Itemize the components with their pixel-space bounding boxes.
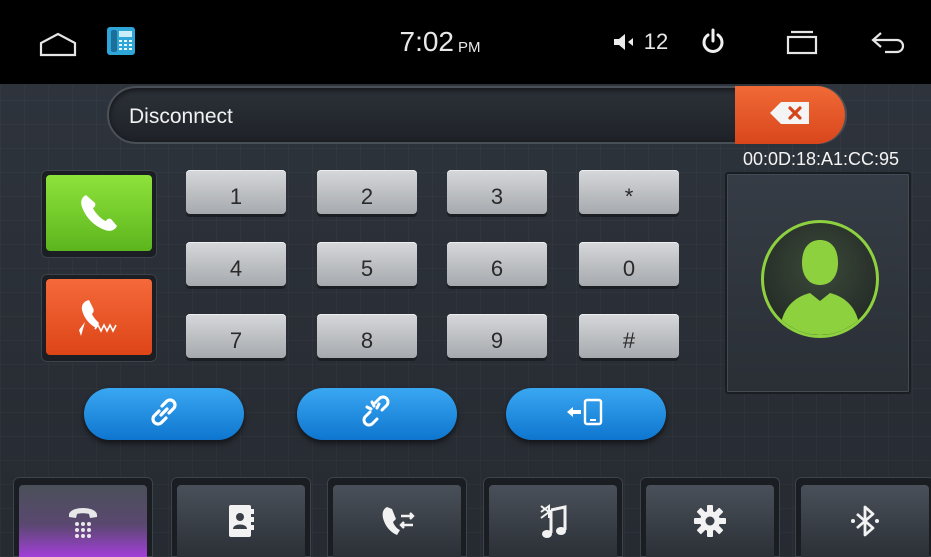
bluetooth-icon: [801, 485, 929, 557]
link-icon: [147, 395, 181, 434]
volume-icon: [612, 32, 636, 52]
home-icon[interactable]: [38, 26, 78, 62]
contact-panel: [725, 172, 911, 394]
contacts-book-icon: [177, 485, 305, 557]
hangup-call-icon: [46, 279, 152, 355]
key-hash[interactable]: #: [579, 314, 679, 358]
bottom-tab-bar: [0, 465, 931, 557]
tab-contacts[interactable]: [171, 477, 311, 557]
connect-button[interactable]: [84, 388, 244, 440]
contact-avatar-icon: [761, 220, 879, 338]
power-icon[interactable]: [696, 22, 730, 62]
volume-level: 12: [643, 29, 669, 54]
status-bar: 7:02 PM 12: [0, 0, 931, 84]
recent-apps-icon[interactable]: [780, 24, 824, 60]
bluetooth-music-icon: [489, 485, 617, 557]
key-8[interactable]: 8: [317, 314, 417, 358]
tab-bluetooth[interactable]: [795, 477, 931, 557]
gear-icon: [646, 485, 774, 557]
clock-time: 7:02: [399, 26, 455, 57]
device-address: 00:0D:18:A1:CC:95: [742, 149, 900, 169]
tab-dialpad[interactable]: [13, 477, 153, 557]
clock: 7:02 PM: [380, 22, 500, 62]
dialpad-phone-icon: [19, 485, 147, 557]
key-2[interactable]: 2: [317, 170, 417, 214]
key-star[interactable]: *: [579, 170, 679, 214]
backspace-button[interactable]: [735, 86, 845, 144]
key-7[interactable]: 7: [186, 314, 286, 358]
phone-app-icon[interactable]: [104, 24, 138, 58]
unlink-icon: [358, 395, 396, 434]
key-1[interactable]: 1: [186, 170, 286, 214]
tab-music[interactable]: [483, 477, 623, 557]
back-icon[interactable]: [866, 24, 910, 60]
transfer-audio-icon: [563, 395, 609, 434]
key-6[interactable]: 6: [447, 242, 547, 286]
key-9[interactable]: 9: [447, 314, 547, 358]
tab-call-log[interactable]: [327, 477, 467, 557]
answer-call-icon: [46, 175, 152, 251]
call-log-icon: [333, 485, 461, 557]
tab-settings[interactable]: [640, 477, 780, 557]
backspace-icon: [769, 101, 811, 130]
clock-ampm: PM: [458, 38, 481, 56]
display-text: Disconnect: [129, 105, 233, 128]
key-3[interactable]: 3: [447, 170, 547, 214]
transfer-audio-button[interactable]: [506, 388, 666, 440]
hangup-call-button[interactable]: [41, 274, 157, 362]
disconnect-button[interactable]: [297, 388, 457, 440]
key-0[interactable]: 0: [579, 242, 679, 286]
key-4[interactable]: 4: [186, 242, 286, 286]
volume-indicator[interactable]: 12: [600, 24, 680, 60]
key-5[interactable]: 5: [317, 242, 417, 286]
answer-call-button[interactable]: [41, 170, 157, 258]
